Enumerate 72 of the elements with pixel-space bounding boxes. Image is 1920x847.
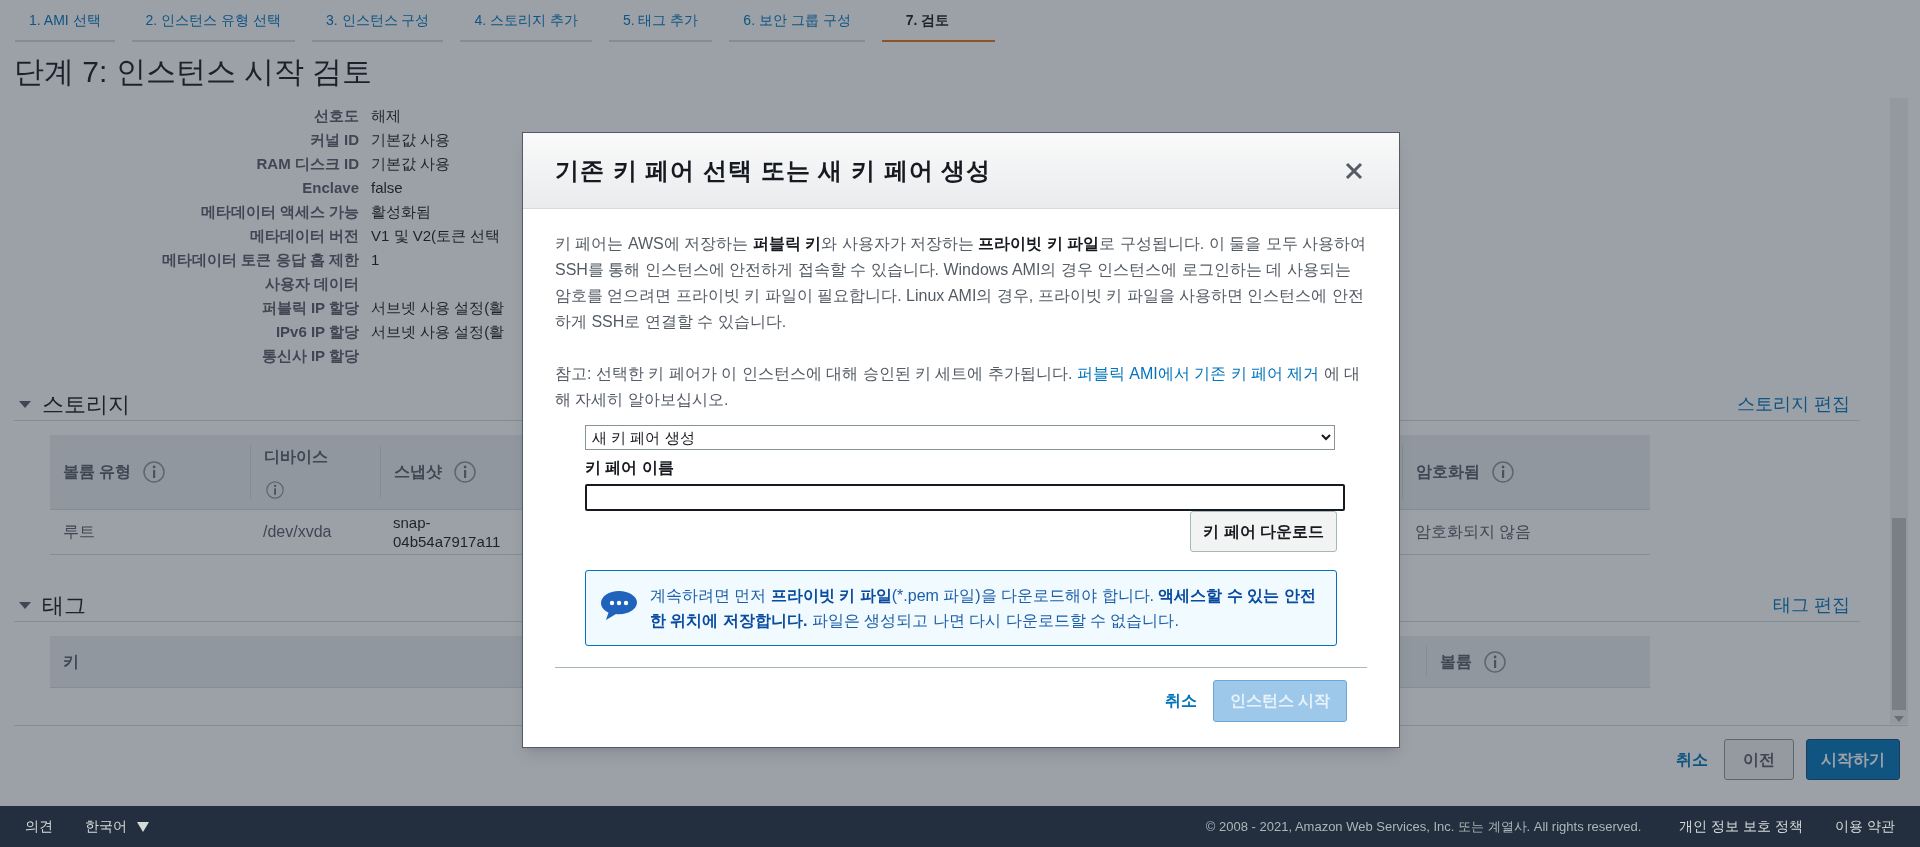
field-value: false (371, 179, 403, 196)
field-label: IPv6 IP 할당 (274, 322, 359, 342)
cancel-link[interactable]: 취소 (1164, 689, 1197, 713)
close-icon[interactable] (1345, 161, 1363, 180)
table-cell-text: snap-04b54a7917a11 (392, 513, 502, 551)
key-pair-name-field[interactable] (585, 484, 1345, 511)
field-value: 기본값 사용 (371, 131, 451, 148)
section-title: 태그 (42, 591, 86, 620)
page-title: 단계 7: 인스턴스 시작 검토 (14, 54, 373, 90)
footer-link[interactable]: 이용 약관 (1835, 816, 1895, 837)
footer-link[interactable]: 개인 정보 보호 정책 (1679, 816, 1804, 837)
column-header: 볼륨 유형 (63, 462, 132, 482)
field-value: V1 및 V2(토큰 선택 (371, 227, 501, 244)
launch-button[interactable]: 시작하기 (1806, 739, 1900, 780)
step-tab[interactable]: 7. 검토 (881, 0, 995, 42)
learn-more-link[interactable]: 퍼블릭 AMI에서 기존 키 페어 제거 (1076, 365, 1320, 382)
step-tab[interactable]: 5. 태그 추가 (608, 0, 713, 42)
column-header: 볼륨 (1440, 651, 1472, 672)
column-header: 암호화됨 (1416, 462, 1480, 482)
step-tab[interactable]: 1. AMI 선택 (15, 0, 115, 42)
field-label: 커널 ID (308, 130, 359, 150)
launch-instance-button: 인스턴스 시작 (1212, 680, 1347, 722)
field-label: 키 페어 이름 (585, 458, 674, 478)
info-message: 계속하려면 먼저 프라이빗 키 파일(*.pem 파일)을 다운로드해야 합니다. 액세스할 수 있는 안전한 위치에 저장합니다. 파일은 생성되고 나면 다시 다운로드할 수 없습니다. (650, 586, 1317, 631)
field-label: 통신사 IP 할당 (260, 346, 359, 366)
download-button[interactable]: 키 페어 다운로드 (1190, 511, 1337, 552)
scroll-down-arrow-icon[interactable] (1894, 716, 1904, 722)
field-value: 기본값 사용 (371, 155, 451, 172)
scrollbar-thumb[interactable] (1892, 518, 1906, 710)
step-tab[interactable]: 4. 스토리지 추가 (460, 0, 592, 42)
field-label: 선호도 (313, 106, 359, 126)
field-label: 메타데이터 액세스 가능 (199, 202, 359, 222)
column-header: 키 (63, 651, 79, 672)
info-icon[interactable] (454, 461, 476, 483)
scrollbar[interactable] (1890, 98, 1908, 724)
field-value: 활성화됨 (371, 203, 431, 220)
caret-icon (137, 821, 149, 832)
step-tab[interactable]: 2. 인스턴스 유형 선택 (131, 0, 295, 42)
table-cell-text: 암호화되지 않음 (1414, 522, 1533, 542)
step-tab[interactable]: 3. 인스턴스 구성 (311, 0, 444, 42)
cancel-link[interactable]: 취소 (1676, 747, 1708, 772)
description-text: 키 페어는 AWS에 저장하는 퍼블릭 키와 사용자가 저장하는 프라이빗 키 파일로 구성됩니다. 이 둘을 모두 사용하여 SSH를 통해 인스턴스에 안전하게 접속할 수 있습니다. Windows AMI의 경우 인스턴스에 로그인하는 데 사용되는 암호를 얻으려면 프라이빗 키 파일이 필요합니다. Linux AMI의 경우, 프라이빗 키 파일을 사용하면 인스턴스에 안전하게 SSH로 연결할 수 있습니다. (555, 234, 1367, 332)
dialog-title: 기존 키 페어 선택 또는 새 키 페어 생성 (555, 155, 992, 186)
field-value: 해제 (371, 107, 401, 124)
copyright-text: © 2008 - 2021, Amazon Web Services, Inc. 또는 계열사. All rights reserved. (1205, 817, 1642, 836)
info-icon[interactable] (1492, 461, 1514, 483)
edit-link[interactable]: 스토리지 편집 (1737, 390, 1850, 418)
table-cell-text: 루트 (62, 522, 96, 542)
edit-link[interactable]: 태그 편집 (1773, 591, 1850, 619)
info-icon[interactable] (1484, 650, 1506, 673)
info-icon[interactable] (264, 481, 286, 499)
language-selector[interactable]: 한국어 (85, 816, 149, 837)
field-label: 메타데이터 토큰 응답 홉 제한 (161, 250, 359, 270)
field-value: 서브넷 사용 설정(활 (371, 323, 505, 340)
field-label: Enclave (301, 178, 359, 198)
previous-button[interactable]: 이전 (1724, 739, 1794, 780)
key-pair-select[interactable]: 새 키 페어 생성 (585, 425, 1335, 450)
field-value: 1 (371, 251, 380, 268)
column-header: 디바이스 (264, 447, 328, 467)
field-value: 서브넷 사용 설정(활 (371, 299, 505, 316)
field-label: 메타데이터 버전 (248, 226, 359, 246)
feedback-link[interactable]: 의견 (25, 816, 53, 837)
table-cell-text: /dev/xvda (262, 522, 333, 542)
field-label: 사용자 데이터 (263, 274, 359, 294)
chat-bubble-icon (600, 589, 638, 621)
field-label: RAM 디스크 ID (255, 154, 359, 174)
info-icon[interactable] (143, 461, 166, 483)
field-label: 퍼블릭 IP 할당 (260, 298, 359, 318)
note-text: 참고: 선택한 키 페어가 이 인스턴스에 대해 승인된 키 세트에 추가됩니다. 퍼블릭 AMI에서 기존 키 페어 제거 에 대해 자세히 알아보십시오. (555, 364, 1362, 410)
column-header: 스냅샷 (394, 462, 442, 482)
section-title: 스토리지 (42, 390, 130, 419)
step-tab[interactable]: 6. 보안 그룹 구성 (729, 0, 865, 42)
